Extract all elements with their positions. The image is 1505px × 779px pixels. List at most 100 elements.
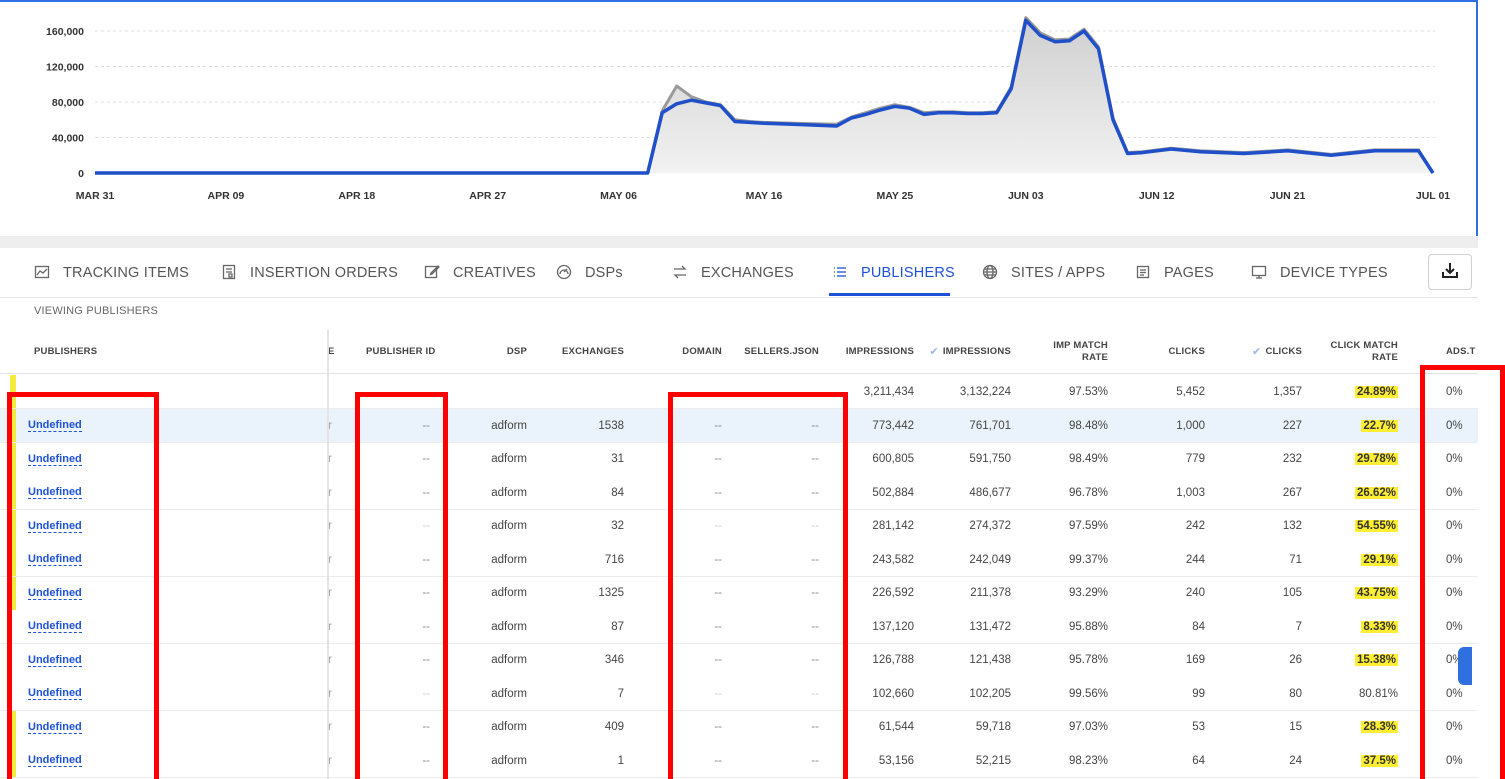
table-header: PUBLISHERS E PUBLISHER ID DSP EXCHANGES … [0,330,1478,374]
tab-label: PAGES [1164,265,1214,281]
imp-match-rate-cell: 99.56% [1068,687,1108,700]
tab-insertion-orders[interactable]: INSERTION ORDERS [221,248,398,298]
clicks-cell: 779 [1185,453,1205,465]
y-tick-label: 120,000 [46,62,84,74]
download-button[interactable] [1428,254,1472,290]
x-tick-label: JUL 01 [1416,190,1450,202]
highlight: 29.78% [1354,453,1398,465]
col-imp-match-rate[interactable]: IMP MATCH RATE [1028,330,1108,374]
globe-icon [982,264,1000,282]
annotation-box-domain-sellers [668,392,848,779]
exchanges-cell: 7 [617,687,624,700]
highlight: 43.75% [1354,587,1398,599]
click-match-rate-cell: 37.5% [1318,744,1398,777]
total-imp-match-rate: 97.53% [1068,385,1108,398]
exchanges-cell: 716 [604,553,624,566]
verified-impressions-cell: 761,701 [969,419,1011,432]
breakdown-tabs: TRACKING ITEMS INSERTION ORDERS CREATIVE… [0,248,1478,298]
annotation-box-publishers [7,392,159,779]
exchanges-cell: 87 [611,620,624,633]
col-click-match-rate[interactable]: CLICK MATCH RATE [1318,330,1398,374]
col-label: CLICKS [1265,346,1302,357]
click-match-rate-cell: 28.3% [1318,711,1398,744]
col-verified-clicks[interactable]: ✔︎ CLICKS [1228,330,1302,374]
highlight: 8.33% [1361,620,1398,633]
download-icon [1440,260,1460,285]
side-panel-handle[interactable] [1458,647,1472,685]
total-verified-clicks: 1,357 [1273,385,1302,398]
click-match-rate-cell: 22.7% [1318,409,1398,442]
dsp-cell: adform [491,754,527,767]
verified-impressions-cell: 131,472 [969,620,1011,633]
col-dsp[interactable]: DSP [470,330,527,374]
x-tick-label: MAR 31 [76,190,115,202]
clicks-cell: 242 [1185,520,1205,532]
x-tick-label: JUN 21 [1270,190,1306,202]
col-exchanges[interactable]: EXCHANGES [540,330,624,374]
verified-clicks-cell: 7 [1295,620,1302,633]
tab-dsps[interactable]: DSPs [556,248,623,298]
imp-match-rate-cell: 98.23% [1068,754,1108,767]
tab-device-types[interactable]: DEVICE TYPES [1251,248,1388,298]
clicks-cell: 169 [1185,654,1205,666]
col-verified-impressions[interactable]: ✔︎ IMPRESSIONS [920,330,1011,374]
dsp-cell: adform [491,620,527,633]
x-tick-label: MAY 16 [746,190,783,202]
total-click-match-rate: 24.89% [1318,375,1398,408]
annotation-box-ads [1420,365,1505,779]
tab-label: PUBLISHERS [861,265,955,281]
click-match-rate-cell: 26.62% [1318,476,1398,509]
tab-tracking-items[interactable]: TRACKING ITEMS [34,248,189,298]
x-tick-label: APR 09 [208,190,245,202]
col-publishers[interactable]: PUBLISHERS [34,330,97,374]
dsp-cell: adform [491,453,527,465]
chart-icon [34,264,52,282]
verified-clicks-cell: 267 [1282,486,1302,499]
verified-impressions-cell: 242,049 [969,553,1011,566]
tab-creatives[interactable]: CREATIVES [424,248,536,298]
click-match-rate-cell: 29.1% [1318,543,1398,576]
exchanges-cell: 84 [611,486,624,499]
y-tick-label: 40,000 [52,133,84,145]
click-match-rate-cell: 29.78% [1318,443,1398,476]
tab-pages[interactable]: PAGES [1135,248,1214,298]
imp-match-rate-cell: 96.78% [1068,486,1108,499]
col-domain[interactable]: DOMAIN [660,330,722,374]
y-tick-label: 160,000 [46,26,84,38]
highlight: 24.89% [1354,385,1398,398]
clicks-cell: 1,000 [1176,419,1205,432]
col-sellers-json[interactable]: SELLERS.JSON [735,330,819,374]
col-publisher-id[interactable]: PUBLISHER ID [366,330,435,374]
edit-icon [424,264,442,282]
highlight: 15.38% [1354,654,1398,666]
tab-label: TRACKING ITEMS [63,265,190,281]
highlight: 37.5% [1361,754,1398,767]
click-match-rate-cell: 54.55% [1318,510,1398,543]
verified-clicks-cell: 24 [1289,754,1302,767]
verified-clicks-cell: 105 [1282,587,1302,599]
dsp-cell: adform [491,520,527,532]
imp-match-rate-cell: 97.59% [1068,520,1108,532]
active-tab-indicator [829,293,950,296]
dsp-cell: adform [491,553,527,566]
verified-clicks-cell: 227 [1282,419,1302,432]
tab-sites-apps[interactable]: SITES / APPS [982,248,1105,298]
click-match-rate-cell: 8.33% [1318,610,1398,643]
x-tick-label: APR 27 [469,190,506,202]
verified-check-icon: ✔︎ [1252,346,1262,358]
y-tick-label: 0 [78,168,84,180]
x-tick-label: MAY 25 [877,190,914,202]
section-divider [0,236,1478,248]
dsp-cell: adform [491,486,527,499]
dsp-cell: adform [491,587,527,599]
x-tick-label: MAY 06 [600,190,637,202]
tab-label: EXCHANGES [701,265,794,281]
tab-label: DSPs [585,265,623,281]
tab-publishers[interactable]: PUBLISHERS [832,248,955,298]
col-impressions[interactable]: IMPRESSIONS [835,330,914,374]
highlight: 28.3% [1361,721,1398,733]
verified-impressions-cell: 274,372 [969,520,1011,532]
tab-exchanges[interactable]: EXCHANGES [672,248,794,298]
col-clicks[interactable]: CLICKS [1130,330,1205,374]
area-fill [95,17,1433,174]
